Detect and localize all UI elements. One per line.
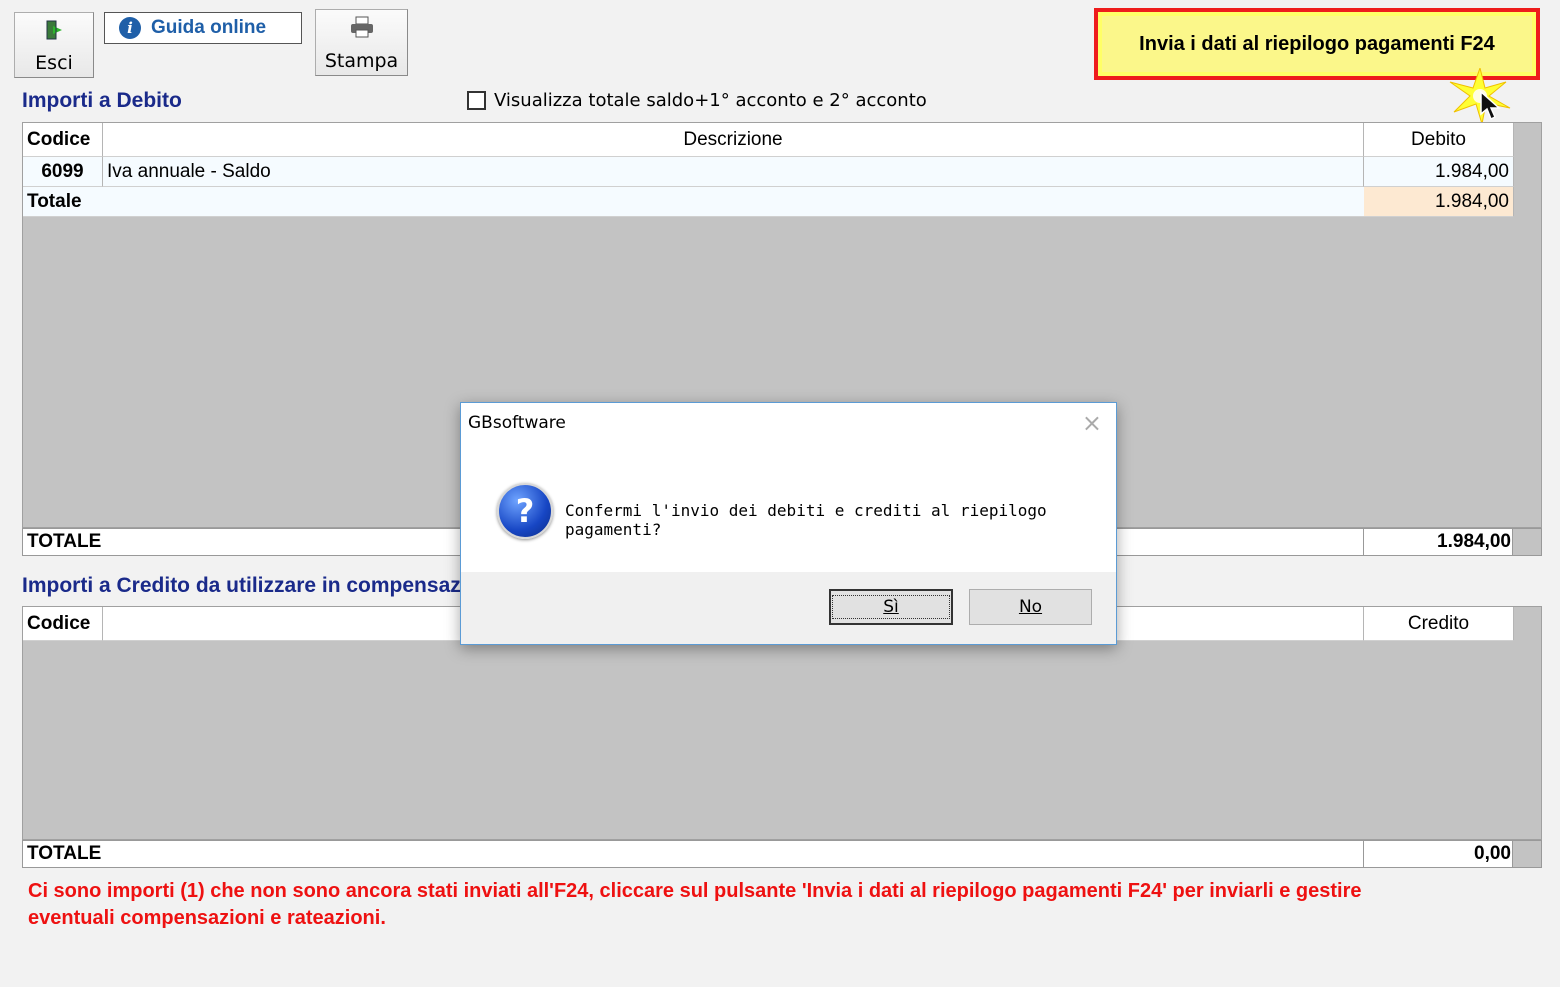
table-row-descrizione[interactable]: Iva annuale - Saldo bbox=[103, 157, 1364, 187]
yes-button[interactable]: Sì bbox=[829, 589, 953, 625]
info-icon: i bbox=[119, 17, 141, 39]
col-header-descrizione: Descrizione bbox=[103, 123, 1364, 157]
yes-label: Sì bbox=[832, 595, 950, 619]
close-icon[interactable]: × bbox=[1082, 409, 1102, 437]
col-header-credito: Credito bbox=[1364, 607, 1514, 641]
confirm-dialog: GBsoftware × ? Confermi l'invio dei debi… bbox=[460, 402, 1117, 645]
subtotal-value: 1.984,00 bbox=[1364, 187, 1514, 217]
dialog-title: GBsoftware bbox=[468, 413, 566, 433]
no-label: No bbox=[1018, 597, 1043, 617]
guida-online-button[interactable]: i Guida online bbox=[104, 12, 302, 44]
printer-icon bbox=[316, 16, 407, 38]
invia-f24-button[interactable]: Invia i dati al riepilogo pagamenti F24 bbox=[1102, 16, 1532, 72]
stampa-label: Stampa bbox=[324, 50, 399, 72]
debito-total-spacer bbox=[1512, 529, 1541, 555]
credito-total-spacer bbox=[1512, 841, 1541, 867]
debito-total-value: 1.984,00 bbox=[1363, 529, 1515, 555]
mouse-cursor-icon bbox=[1479, 90, 1501, 122]
esci-label: Esci bbox=[35, 52, 73, 74]
totale-acconti-checkbox-row[interactable]: Visualizza totale saldo+1° acconto e 2° … bbox=[467, 90, 927, 111]
dialog-footer: Sì No bbox=[461, 572, 1116, 644]
debito-total-label: TOTALE bbox=[27, 531, 102, 552]
table-row-debito[interactable]: 1.984,00 bbox=[1364, 157, 1514, 187]
warning-line-2: eventuali compensazioni e rateazioni. bbox=[28, 907, 386, 929]
warning-line-1: Ci sono importi (1) che non sono ancora … bbox=[28, 880, 1362, 902]
guida-online-label: Guida online bbox=[151, 17, 267, 38]
table-row-codice[interactable]: 6099 bbox=[23, 157, 103, 187]
stampa-button[interactable]: Stampa bbox=[315, 9, 408, 76]
question-icon: ? bbox=[497, 483, 553, 539]
col-header-debito: Debito bbox=[1364, 123, 1514, 157]
totale-acconti-label: Visualizza totale saldo+1° acconto e 2° … bbox=[494, 90, 927, 111]
debito-section-title: Importi a Debito bbox=[22, 89, 182, 112]
credito-section-title: Importi a Credito da utilizzare in compe… bbox=[22, 574, 504, 597]
col-header-codice: Codice bbox=[23, 123, 103, 157]
col-header-codice-credito: Codice bbox=[23, 607, 103, 641]
dialog-message: Confermi l'invio dei debiti e crediti al… bbox=[565, 501, 1047, 539]
esci-button[interactable]: Esci bbox=[14, 12, 94, 78]
credito-total-bar: TOTALE 0,00 bbox=[22, 840, 1542, 868]
credito-total-value: 0,00 bbox=[1363, 841, 1515, 867]
exit-door-icon bbox=[15, 19, 93, 41]
subtotal-label: Totale bbox=[23, 187, 1364, 217]
warning-message: Ci sono importi (1) che non sono ancora … bbox=[28, 878, 1538, 932]
credito-total-label: TOTALE bbox=[27, 843, 102, 864]
totale-acconti-checkbox[interactable] bbox=[467, 91, 486, 110]
no-button[interactable]: No bbox=[969, 589, 1092, 625]
